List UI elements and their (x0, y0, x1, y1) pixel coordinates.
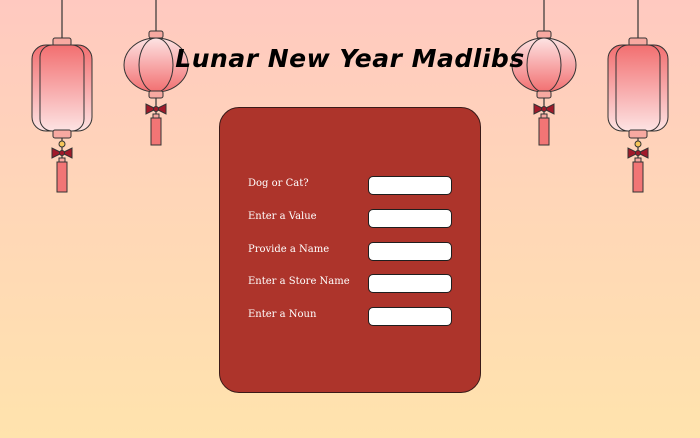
madlibs-form: Dog or Cat? Enter a Value Provide a Name… (219, 107, 481, 393)
page-title: Lunar New Year Madlibs (175, 44, 525, 73)
name-input[interactable] (368, 242, 452, 261)
field-label: Enter a Noun (248, 309, 317, 320)
round-lantern-icon (123, 0, 189, 146)
field-label: Provide a Name (248, 244, 330, 255)
store-name-input[interactable] (368, 274, 452, 293)
value-input[interactable] (368, 209, 452, 228)
form-row-name: Provide a Name (248, 242, 454, 262)
form-row-value: Enter a Value (248, 209, 454, 229)
field-label: Dog or Cat? (248, 178, 309, 189)
tall-lantern-icon (31, 0, 93, 193)
dog-or-cat-input[interactable] (368, 176, 452, 195)
form-row-dog-or-cat: Dog or Cat? (248, 176, 454, 196)
round-lantern-icon (511, 0, 577, 146)
field-label: Enter a Value (248, 211, 317, 222)
form-row-store-name: Enter a Store Name (248, 274, 454, 294)
field-label: Enter a Store Name (248, 276, 350, 287)
form-row-noun: Enter a Noun (248, 307, 454, 327)
noun-input[interactable] (368, 307, 452, 326)
tall-lantern-icon (607, 0, 669, 193)
